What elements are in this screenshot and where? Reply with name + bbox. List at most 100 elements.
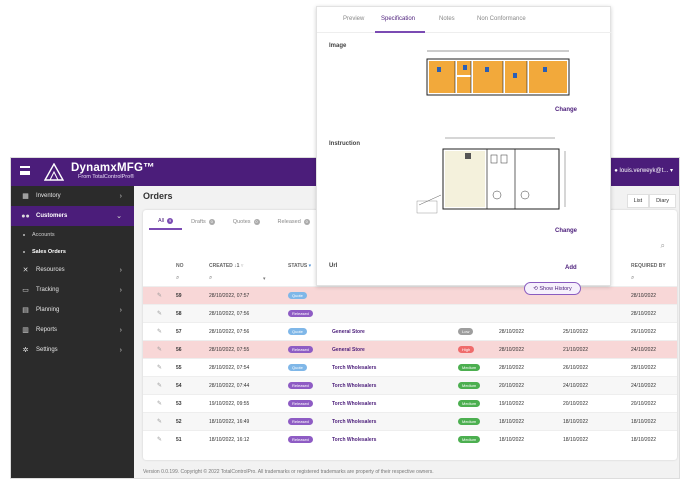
- view-diary-button[interactable]: Diary: [649, 194, 676, 208]
- sidebar-item-label: Planning: [36, 307, 60, 313]
- promised-date: 18/10/2022: [563, 437, 589, 443]
- sidebar-item-planning[interactable]: ▤ Planning ›: [11, 300, 134, 320]
- edit-icon[interactable]: ✎: [157, 292, 162, 299]
- edit-icon[interactable]: ✎: [157, 436, 162, 443]
- required-by-date: 28/10/2022: [631, 311, 657, 317]
- priority-badge: Medium: [458, 436, 481, 443]
- tab-notes[interactable]: Notes: [439, 16, 455, 22]
- active-tab-indicator: [375, 31, 425, 33]
- required-by-date: 26/10/2022: [631, 329, 657, 335]
- header-no[interactable]: NO: [176, 263, 184, 269]
- order-no: 57: [176, 329, 182, 335]
- edit-icon[interactable]: ✎: [157, 310, 162, 317]
- chevron-right-icon: ›: [119, 326, 122, 334]
- edit-icon[interactable]: ✎: [157, 400, 162, 407]
- tab-count: 0: [303, 219, 310, 225]
- tools-icon: ✕: [22, 267, 29, 274]
- created-date: 28/10/2022, 07:56: [209, 329, 250, 335]
- panel-tabs: Preview Specification Notes Non Conforma…: [317, 7, 612, 33]
- sidebar-subitem-accounts[interactable]: Accounts: [11, 226, 134, 243]
- search-icon[interactable]: ⌕: [209, 275, 212, 282]
- edit-icon[interactable]: ✎: [157, 382, 162, 389]
- order-date: 18/10/2022: [499, 419, 525, 425]
- status-badge: Released: [288, 346, 313, 353]
- change-image-link[interactable]: Change: [555, 107, 577, 113]
- sidebar-item-label: Reports: [36, 327, 58, 333]
- edit-icon[interactable]: ✎: [157, 346, 162, 353]
- promised-date: 24/10/2022: [563, 383, 589, 389]
- sidebar-subitem-sales-orders[interactable]: Sales Orders: [11, 243, 134, 260]
- instruction-label: Instruction: [329, 141, 360, 147]
- search-icon[interactable]: ⌕: [176, 275, 179, 282]
- tab-label: Released: [277, 219, 301, 225]
- menu-icon[interactable]: [20, 166, 30, 175]
- tab-preview[interactable]: Preview: [343, 16, 364, 22]
- add-url-link[interactable]: Add: [565, 265, 577, 271]
- edit-icon[interactable]: ✎: [157, 328, 162, 335]
- order-no: 53: [176, 401, 182, 407]
- table-row[interactable]: ✎ 51 18/10/2022, 16:12 Released Torch Wholes…: [143, 430, 677, 448]
- tab-released[interactable]: Released 0: [269, 214, 319, 230]
- customer-link[interactable]: Torch Wholesalers: [332, 365, 376, 371]
- status-badge: Quote: [288, 328, 307, 335]
- required-by-date: 24/10/2022: [631, 383, 657, 389]
- priority-badge: High: [458, 346, 475, 353]
- promised-date: 21/10/2022: [563, 347, 589, 353]
- order-date: 19/10/2022: [499, 401, 525, 407]
- table-row[interactable]: ✎ 55 28/10/2022, 07:54 Quote Torch Wholesale…: [143, 358, 677, 376]
- priority-badge: Medium: [458, 418, 481, 425]
- tab-drafts[interactable]: Drafts 0: [182, 214, 224, 230]
- search-icon[interactable]: ⌕: [631, 275, 634, 282]
- customer-link[interactable]: Torch Wholesalers: [332, 437, 376, 443]
- table-row[interactable]: ✎ 59 28/10/2022, 07:57 Quote 28/10/2022: [143, 286, 677, 304]
- tab-specification[interactable]: Specification: [381, 16, 415, 22]
- order-date: 20/10/2022: [499, 383, 525, 389]
- customer-link[interactable]: General Store: [332, 347, 365, 353]
- table-row[interactable]: ✎ 52 18/10/2022, 16:49 Released Torch Wholes…: [143, 412, 677, 430]
- edit-icon[interactable]: ✎: [157, 364, 162, 371]
- header-created[interactable]: CREATED ↓1 ▿: [209, 263, 243, 269]
- sidebar-item-settings[interactable]: ✲ Settings ›: [11, 340, 134, 360]
- header-status[interactable]: STATUS ▾: [288, 263, 311, 269]
- customer-link[interactable]: Torch Wholesalers: [332, 383, 376, 389]
- priority-badge: Medium: [458, 364, 481, 371]
- user-menu[interactable]: ● louis.verweyk@t... ▾: [614, 167, 673, 174]
- sidebar-item-label: Customers: [36, 213, 68, 219]
- sidebar-item-reports[interactable]: ▥ Reports ›: [11, 320, 134, 340]
- tab-quotes[interactable]: Quotes 0: [224, 214, 269, 230]
- chevron-down-icon[interactable]: ▾: [263, 276, 266, 282]
- chevron-right-icon: ›: [119, 266, 122, 274]
- change-instruction-link[interactable]: Change: [555, 228, 577, 234]
- table-row[interactable]: ✎ 58 28/10/2022, 07:56 Released 28/10/2022: [143, 304, 677, 322]
- sidebar-item-customers[interactable]: ●● Customers ⌄: [11, 206, 134, 226]
- sidebar-item-label: Resources: [36, 267, 65, 273]
- customer-link[interactable]: General Store: [332, 329, 365, 335]
- table-row[interactable]: ✎ 53 19/10/2022, 09:55 Released Torch Wholes…: [143, 394, 677, 412]
- table-row[interactable]: ✎ 54 28/10/2022, 07:44 Released Torch Wholes…: [143, 376, 677, 394]
- header-required-by[interactable]: REQUIRED BY: [631, 263, 666, 269]
- tab-label: Drafts: [191, 219, 206, 225]
- tab-non-conformance[interactable]: Non Conformance: [477, 16, 526, 22]
- table-row[interactable]: ✎ 56 28/10/2022, 07:55 Released General Stor…: [143, 340, 677, 358]
- order-no: 59: [176, 293, 182, 299]
- warehouse-icon: ▦: [22, 193, 29, 200]
- tab-all[interactable]: All 9: [149, 214, 183, 230]
- sidebar-item-label: Inventory: [36, 193, 61, 199]
- header-status-label: STATUS: [288, 263, 308, 269]
- created-date: 28/10/2022, 07:55: [209, 347, 250, 353]
- status-badge: Released: [288, 382, 313, 389]
- table-row[interactable]: ✎ 57 28/10/2022, 07:56 Quote General Store Lo…: [143, 322, 677, 340]
- sidebar-item-inventory[interactable]: ▦ Inventory ›: [11, 186, 134, 206]
- customer-link[interactable]: Torch Wholesalers: [332, 419, 376, 425]
- sidebar-item-resources[interactable]: ✕ Resources ›: [11, 260, 134, 280]
- customer-link[interactable]: Torch Wholesalers: [332, 401, 376, 407]
- show-history-button[interactable]: ⟲ Show History: [524, 282, 581, 295]
- edit-icon[interactable]: ✎: [157, 418, 162, 425]
- chevron-down-icon: ⌄: [116, 213, 122, 220]
- order-date: 28/10/2022: [499, 329, 525, 335]
- sidebar-item-tracking[interactable]: ▭ Tracking ›: [11, 280, 134, 300]
- search-icon[interactable]: ⌕: [661, 241, 665, 251]
- created-date: 18/10/2022, 16:49: [209, 419, 250, 425]
- sidebar-subitem-label: Sales Orders: [32, 248, 66, 255]
- view-list-button[interactable]: List: [626, 194, 650, 208]
